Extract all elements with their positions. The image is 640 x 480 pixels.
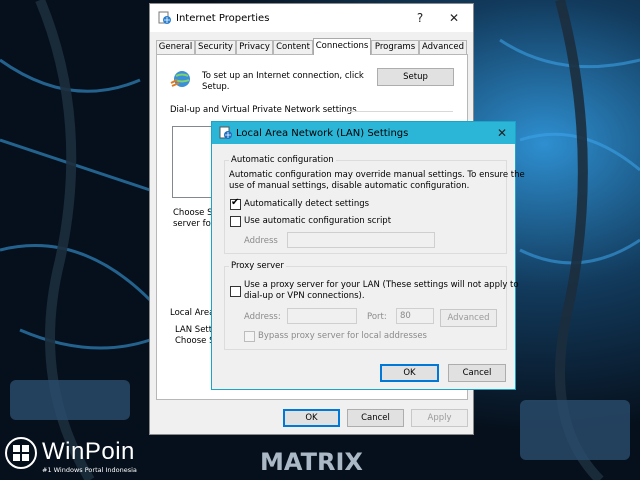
- tab-programs[interactable]: Programs: [371, 40, 419, 54]
- winpoin-watermark: WinPoin #1 Windows Portal Indonesia: [4, 436, 164, 476]
- proxy-address-label: Address:: [244, 312, 281, 322]
- help-button[interactable]: ?: [405, 4, 435, 32]
- internet-options-icon: [158, 11, 171, 24]
- tab-connections[interactable]: Connections: [313, 38, 371, 55]
- auto-config-desc-line1: Automatic configuration may override man…: [229, 170, 525, 180]
- lan-title: Local Area Network (LAN) Settings: [236, 128, 409, 139]
- lan-close-button[interactable]: ✕: [489, 122, 515, 144]
- inet-cancel-button[interactable]: Cancel: [347, 409, 404, 427]
- script-address-input[interactable]: [287, 232, 435, 248]
- internet-options-icon: [219, 126, 232, 139]
- auto-config-title: Automatic configuration: [229, 155, 336, 166]
- proxy-server-title: Proxy server: [229, 261, 286, 272]
- background-matrix-text: MATRIX: [260, 448, 363, 476]
- proxy-address-input[interactable]: [287, 308, 357, 324]
- lan-heading: Local Area: [170, 308, 215, 318]
- winpoin-logo-icon: [5, 437, 37, 469]
- proxy-server-group: Proxy server Use a proxy server for your…: [224, 261, 519, 350]
- setup-button[interactable]: Setup: [377, 68, 454, 86]
- inet-apply-button[interactable]: Apply: [411, 409, 468, 427]
- auto-script-checkbox[interactable]: [230, 216, 241, 227]
- use-proxy-checkbox[interactable]: [230, 286, 241, 297]
- winpoin-tagline: #1 Windows Portal Indonesia: [42, 466, 137, 474]
- lan-cancel-button[interactable]: Cancel: [448, 364, 506, 382]
- tab-security[interactable]: Security: [195, 40, 236, 54]
- inet-ok-button[interactable]: OK: [283, 409, 340, 427]
- auto-config-group: Automatic configuration Automatic config…: [224, 155, 525, 254]
- bypass-local-checkbox[interactable]: [244, 331, 255, 342]
- globe-connection-icon: [170, 71, 190, 87]
- auto-detect-label: Automatically detect settings: [244, 199, 370, 209]
- auto-script-label: Use automatic configuration script: [244, 216, 392, 226]
- lan-settings-dialog: Local Area Network (LAN) Settings ✕ Auto…: [211, 121, 525, 390]
- tab-advanced[interactable]: Advanced: [419, 40, 467, 54]
- bypass-local-label: Bypass proxy server for local addresses: [258, 331, 427, 341]
- proxy-port-input[interactable]: 80: [396, 308, 434, 324]
- inet-titlebar: Internet Properties ? ✕: [150, 4, 473, 32]
- auto-detect-checkbox[interactable]: ✔: [230, 197, 241, 210]
- tab-general[interactable]: General: [156, 40, 195, 54]
- inet-title: Internet Properties: [176, 13, 270, 24]
- dialup-divider: [345, 111, 453, 112]
- script-address-label: Address: [244, 236, 278, 246]
- use-proxy-label-line1: Use a proxy server for your LAN (These s…: [244, 280, 519, 290]
- proxy-advanced-button[interactable]: Advanced: [440, 309, 497, 327]
- setup-description-line1: To set up an Internet connection, click: [202, 71, 364, 81]
- auto-config-desc-line2: use of manual settings, disable automati…: [229, 181, 470, 191]
- lan-ok-button[interactable]: OK: [380, 364, 439, 382]
- proxy-hint-line2: server for: [173, 219, 215, 229]
- winpoin-brand: WinPoin: [42, 438, 135, 465]
- lan-titlebar: Local Area Network (LAN) Settings ✕: [212, 122, 515, 144]
- dialup-heading: Dial-up and Virtual Private Network sett…: [170, 105, 357, 115]
- use-proxy-label-line2: dial-up or VPN connections).: [244, 291, 365, 301]
- tab-content[interactable]: Content: [273, 40, 313, 54]
- tab-privacy[interactable]: Privacy: [236, 40, 273, 54]
- proxy-port-label: Port:: [367, 312, 387, 322]
- checkmark-icon: ✔: [231, 197, 240, 208]
- close-button[interactable]: ✕: [439, 4, 469, 32]
- setup-description-line2: Setup.: [202, 82, 230, 92]
